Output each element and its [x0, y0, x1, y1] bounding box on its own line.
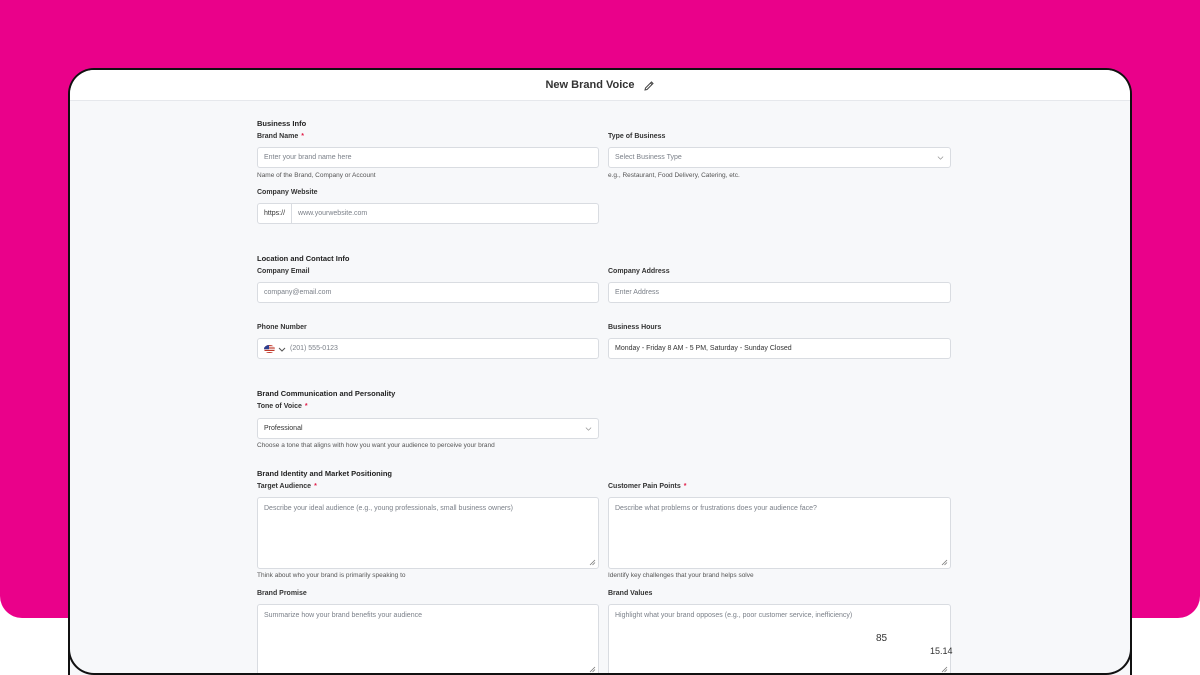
website-prefix: https://	[264, 204, 293, 223]
hours-label: Business Hours	[608, 324, 662, 331]
business-type-placeholder: Select Business Type	[615, 154, 682, 161]
pain-points-help: Identify key challenges that your brand …	[608, 572, 754, 579]
phone-placeholder: (201) 555-0123	[290, 345, 338, 352]
resize-grip-icon[interactable]	[589, 559, 596, 566]
business-type-select[interactable]: Select Business Type	[608, 147, 951, 168]
audience-help: Think about who your brand is primarily …	[257, 572, 406, 579]
promise-textarea[interactable]: Summarize how your brand benefits your a…	[257, 604, 599, 675]
website-placeholder: www.yourwebsite.com	[298, 210, 368, 217]
section-business-title: Business Info	[257, 119, 307, 128]
page-title: New Brand Voice	[545, 79, 635, 91]
tone-value: Professional	[264, 425, 303, 432]
resize-grip-icon[interactable]	[941, 666, 948, 673]
promise-label: Brand Promise	[257, 590, 307, 597]
overlay-number-2: 15.14	[930, 646, 953, 656]
values-textarea[interactable]: Highlight what your brand opposes (e.g.,…	[608, 604, 951, 675]
app-window: New Brand Voice Business Info Brand Name…	[68, 68, 1132, 675]
chevron-down-icon	[585, 427, 592, 431]
brand-name-input[interactable]: Enter your brand name here	[257, 147, 599, 168]
email-input[interactable]: company@email.com	[257, 282, 599, 303]
section-communication-title: Brand Communication and Personality	[257, 389, 396, 398]
overlay-number-1: 85	[876, 633, 888, 644]
business-type-help: e.g., Restaurant, Food Delivery, Caterin…	[608, 172, 740, 179]
chevron-down-icon[interactable]	[278, 345, 286, 353]
resize-grip-icon[interactable]	[589, 666, 596, 673]
hours-input[interactable]: Monday - Friday 8 AM - 5 PM, Saturday - …	[608, 338, 951, 359]
title-bar: New Brand Voice	[70, 70, 1130, 101]
pain-points-placeholder: Describe what problems or frustrations d…	[615, 505, 817, 512]
values-label: Brand Values	[608, 590, 653, 597]
business-type-label: Type of Business	[608, 133, 666, 140]
section-identity-title: Brand Identity and Market Positioning	[257, 469, 393, 478]
tone-help: Choose a tone that aligns with how you w…	[257, 442, 495, 449]
values-placeholder: Highlight what your brand opposes (e.g.,…	[615, 612, 853, 619]
pencil-icon[interactable]	[643, 79, 655, 91]
address-label: Company Address	[608, 268, 670, 275]
website-label: Company Website	[257, 189, 318, 196]
promise-placeholder: Summarize how your brand benefits your a…	[264, 612, 422, 619]
phone-label: Phone Number	[257, 324, 307, 331]
address-input[interactable]: Enter Address	[608, 282, 951, 303]
tone-select[interactable]: Professional	[257, 418, 599, 439]
audience-label: Target Audience *	[257, 483, 317, 490]
tone-label: Tone of Voice *	[257, 403, 308, 410]
pain-points-textarea[interactable]: Describe what problems or frustrations d…	[608, 497, 951, 569]
audience-textarea[interactable]: Describe your ideal audience (e.g., youn…	[257, 497, 599, 569]
audience-placeholder: Describe your ideal audience (e.g., youn…	[264, 505, 514, 512]
chevron-down-icon	[937, 156, 944, 160]
phone-input[interactable]: (201) 555-0123	[257, 338, 599, 359]
email-label: Company Email	[257, 268, 310, 275]
resize-grip-icon[interactable]	[941, 559, 948, 566]
section-location-title: Location and Contact Info	[257, 254, 350, 263]
brand-name-label: Brand Name *	[257, 133, 304, 140]
brand-name-help: Name of the Brand, Company or Account	[257, 172, 376, 179]
us-flag-icon[interactable]	[264, 344, 275, 353]
website-input[interactable]: https:// www.yourwebsite.com	[257, 203, 599, 224]
pain-points-label: Customer Pain Points *	[608, 483, 687, 490]
